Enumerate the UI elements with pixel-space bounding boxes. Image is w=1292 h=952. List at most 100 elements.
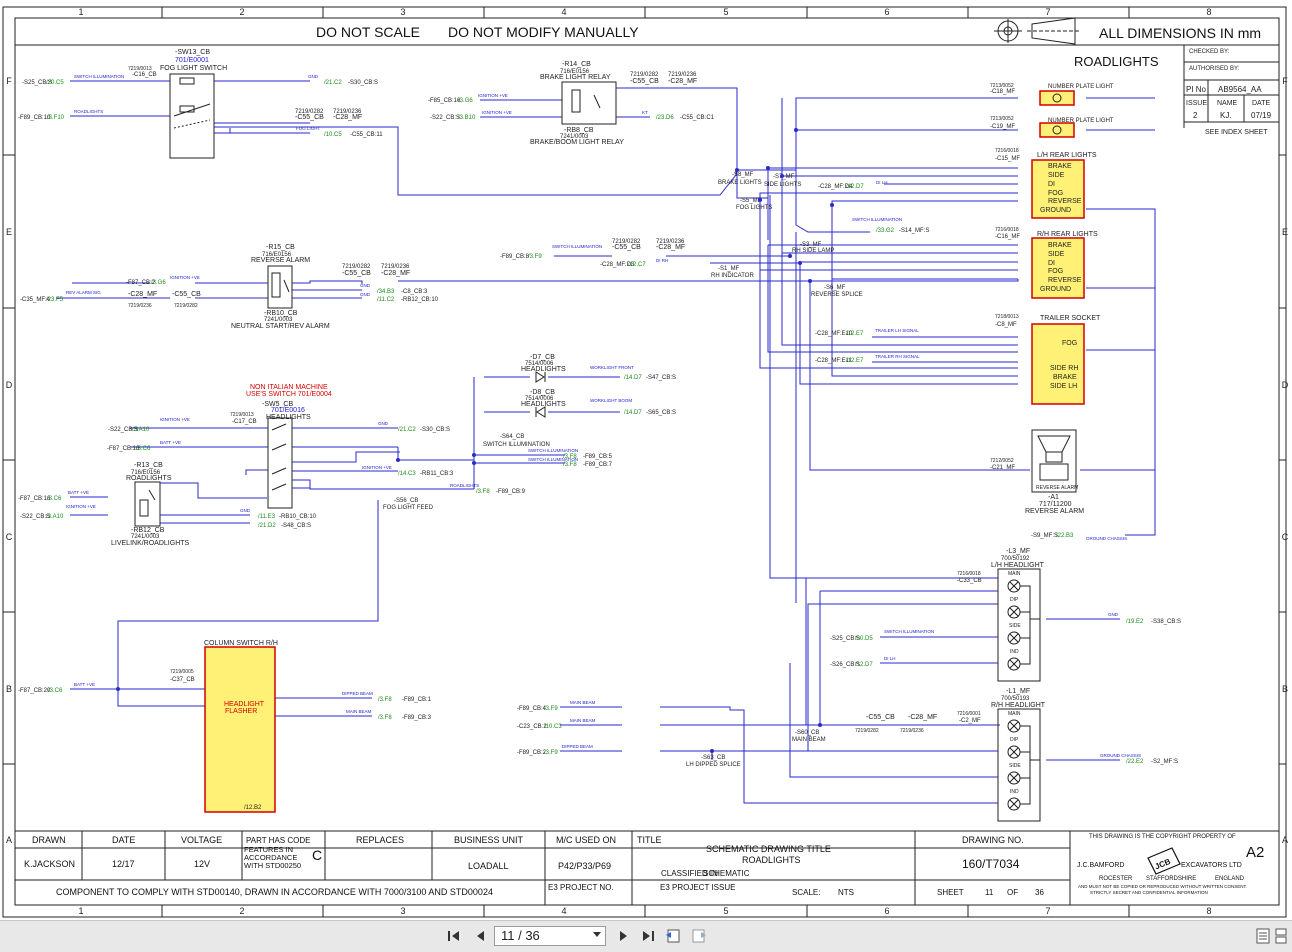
row-label: B — [1282, 684, 1288, 694]
see-index: SEE INDEX SHEET — [1205, 129, 1268, 136]
tb-company1: J.C.BAMFORD — [1077, 862, 1124, 869]
col-label: 5 — [723, 7, 728, 17]
col-label: 6 — [884, 7, 889, 17]
xref-link[interactable]: /14.D7 — [624, 410, 642, 416]
issue-label: ISSUE — [1186, 100, 1207, 107]
tb-date: 12/17 — [112, 859, 135, 869]
xref-link[interactable]: /3.A10 — [46, 514, 64, 520]
c15-pin: FOG — [1048, 190, 1063, 197]
a1-name: REVERSE ALARM — [1025, 508, 1084, 515]
xref-link[interactable]: /20.D5 — [855, 636, 873, 642]
c15-pin: DI — [1048, 181, 1055, 188]
l3-ref: -L3_MF — [1006, 548, 1030, 555]
c28-conn-r2: 7219/0236 — [128, 303, 152, 309]
xref-link[interactable]: /3.F10 — [47, 115, 65, 121]
col-switch-title: COLUMN SWITCH R/H — [204, 640, 278, 647]
xref: -F89_CB:3 — [402, 715, 432, 721]
xref-link[interactable]: /3.C6 — [48, 688, 63, 694]
a1-part: 717/11200 — [1039, 501, 1072, 508]
xref-link[interactable]: /3.F8 — [563, 462, 577, 468]
xref-link[interactable]: /20.C5 — [46, 80, 64, 86]
single-page-view-icon[interactable] — [1254, 927, 1272, 945]
xref-link[interactable]: /23.D6 — [656, 115, 674, 121]
tb-scale: NTS — [838, 888, 854, 897]
prev-page-button[interactable] — [470, 927, 490, 945]
xref-link[interactable]: /3.F8 — [378, 697, 392, 703]
r15-name: REVERSE ALARM — [251, 257, 310, 264]
r15-name2: NEUTRAL START/REV ALARM — [231, 323, 330, 330]
xref-link[interactable]: /33.G2 — [876, 228, 895, 234]
next-page-button[interactable] — [614, 927, 634, 945]
xref-link[interactable]: /11.C2 — [377, 297, 395, 303]
last-page-button[interactable] — [638, 927, 658, 945]
c55-conn: 7219/0282 — [855, 728, 879, 734]
xref-link[interactable]: /14.C3 — [398, 471, 416, 477]
trailer-socket: TRAILER SOCKET 7218/0013 -C8_MF FOG SIDE… — [995, 314, 1101, 405]
xref-link[interactable]: /21.D2 — [258, 523, 276, 529]
xref-link[interactable]: /22.B3 — [1056, 533, 1074, 539]
xref-link[interactable]: /3.C6 — [136, 446, 151, 452]
r14-plug: -RB8_CB — [564, 127, 594, 134]
l1-pin: DIP — [1010, 737, 1019, 743]
tb-date-label: DATE — [112, 835, 135, 845]
l3-plug: -C33_CB — [957, 578, 982, 584]
projection-symbol-icon — [994, 17, 1080, 45]
xref-link[interactable]: /3.F9 — [544, 750, 558, 756]
c16-name: R/H REAR LIGHTS — [1037, 231, 1098, 238]
schematic-drawing: 1 2 3 4 5 6 7 8 1 2 3 4 5 6 7 8 F E D C … — [2, 6, 1289, 918]
wire-note: SWITCH ILLUMINATION — [552, 244, 602, 249]
xref-link[interactable]: /12.C7 — [628, 262, 646, 268]
go-back-icon[interactable] — [664, 927, 682, 945]
wire-note: SWITCH ILLUMINATION — [884, 629, 934, 634]
xref-link[interactable]: /3.F8 — [378, 715, 392, 721]
xref-link[interactable]: /3.C6 — [47, 496, 62, 502]
c18-name: NUMBER PLATE LIGHT — [1048, 84, 1114, 90]
xref-link[interactable]: /12.E7 — [846, 331, 864, 337]
xref-link[interactable]: /11.E3 — [258, 514, 276, 520]
xref-link[interactable]: /19.E2 — [1126, 619, 1144, 625]
wire-note: SWITCH ILLUMINATION — [528, 448, 578, 453]
xref-link[interactable]: /12.D7 — [855, 662, 873, 668]
c8-pin: FOG — [1062, 340, 1077, 347]
xref-link[interactable]: /14.D7 — [624, 375, 642, 381]
brake-light-relay: -R14_CB 716/E0156 BRAKE LIGHT RELAY -RB8… — [530, 61, 624, 146]
col-switch-conn: 7219/0005 — [170, 669, 194, 675]
splice-s1: -S1_MF — [718, 266, 740, 272]
outer-frame — [2, 6, 1287, 918]
go-forward-icon[interactable] — [690, 927, 708, 945]
xref-link[interactable]: /3.G6 — [151, 280, 166, 286]
do-not-scale: DO NOT SCALE — [316, 24, 420, 40]
xref-link[interactable]: /10.C3 — [544, 724, 562, 730]
xref-link[interactable]: /3.F9 — [528, 254, 542, 260]
xref-link[interactable]: /12.E7 — [846, 358, 864, 364]
sw5-conn: 7219/0013 — [230, 412, 254, 418]
first-page-icon — [448, 931, 459, 941]
xref-link[interactable]: /22.E2 — [1126, 759, 1144, 765]
tb-company2: EXCAVATORS LTD — [1181, 862, 1242, 869]
c15-conn: 7216/0018 — [995, 148, 1019, 154]
l1-pin: MAIN — [1008, 711, 1021, 717]
xref-link[interactable]: /3.G6 — [458, 98, 473, 104]
xref-link[interactable]: /34.B3 — [377, 289, 395, 295]
c15-name: L/H REAR LIGHTS — [1037, 152, 1097, 159]
xref-link[interactable]: /23.F5 — [46, 297, 64, 303]
wire-note: BATT +VE — [68, 490, 89, 495]
xref-link[interactable]: /3.F9 — [544, 706, 558, 712]
c16-pin: SIDE — [1048, 251, 1065, 258]
page-select[interactable]: 11 / 36 — [494, 926, 606, 946]
name-value: KJ. — [1220, 111, 1232, 120]
xref-link[interactable]: /10.C5 — [324, 132, 342, 138]
xref-link[interactable]: /12.D7 — [846, 184, 864, 190]
xref-link[interactable]: /21.C2 — [324, 80, 342, 86]
splice-s60: -S60_CB — [795, 730, 819, 736]
first-page-button[interactable] — [444, 927, 464, 945]
tb-addr2: STAFFORDSHIRE — [1146, 876, 1196, 882]
xref-link[interactable]: /3.F8 — [476, 489, 490, 495]
lh-headlight: -L3_MF 700/50192 L/H HEADLIGHT 7216/0018… — [957, 548, 1045, 682]
xref-link[interactable]: /3.A10 — [132, 427, 150, 433]
splice-s7-name: SIDE LIGHTS — [764, 182, 801, 188]
xref-link[interactable]: /3.B10 — [458, 115, 476, 121]
xref-link[interactable]: /21.C2 — [398, 427, 416, 433]
c19-ref: -C19_MF — [990, 124, 1015, 130]
continuous-view-icon[interactable] — [1274, 927, 1292, 945]
